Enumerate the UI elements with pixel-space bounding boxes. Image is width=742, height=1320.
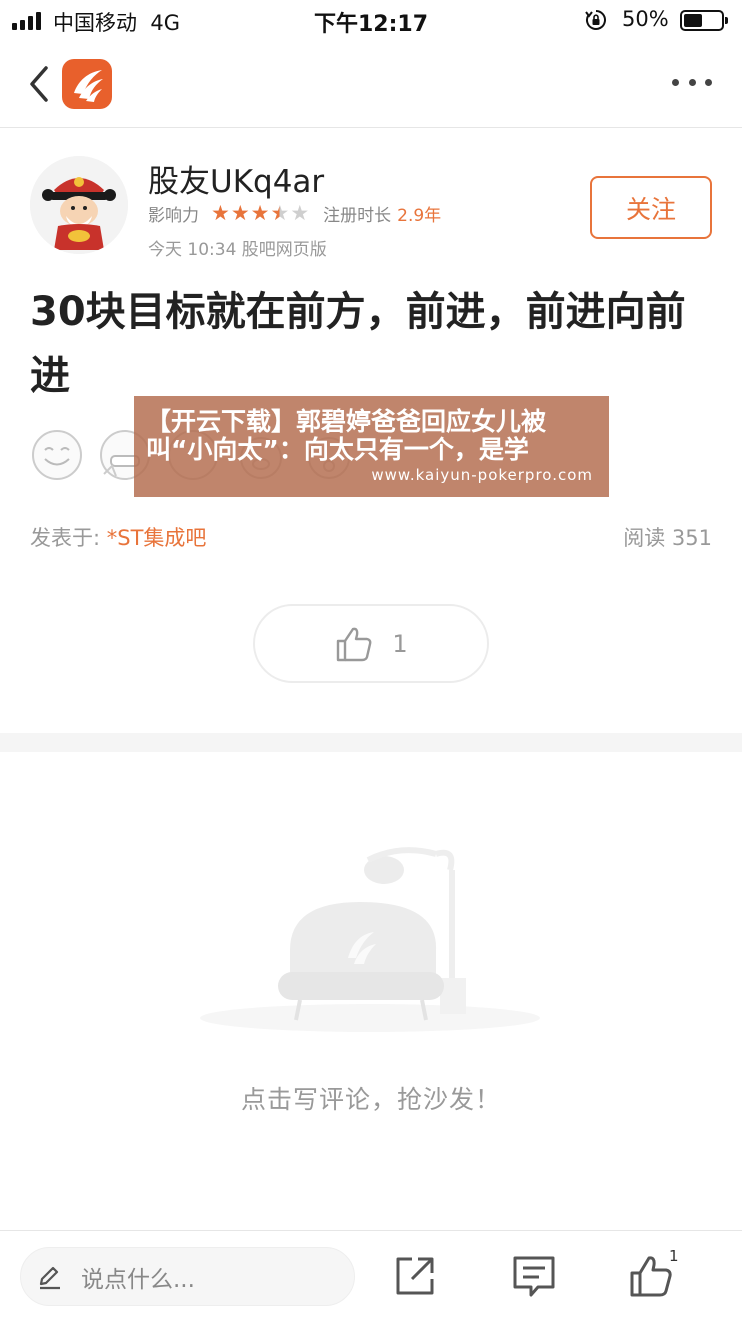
post-meta: 今天 10:34 股吧网页版 xyxy=(148,240,327,260)
influence-rating: ★ ★ ★ ★ ★ xyxy=(211,200,310,225)
empty-comments-text[interactable]: 点击写评论，抢沙发！ xyxy=(0,1080,742,1116)
rating-star-icon: ★ xyxy=(211,200,230,225)
rotation-lock-icon xyxy=(585,10,606,30)
empty-comments-illustration xyxy=(200,847,540,1032)
post-title: 30块目标就在前方，前进，前进向前进 xyxy=(30,289,686,399)
more-dots-icon[interactable] xyxy=(672,76,712,88)
section-divider xyxy=(0,733,742,752)
comment-icon[interactable] xyxy=(511,1253,557,1299)
bottom-action-bar: 说点什么... 1 xyxy=(0,1230,742,1320)
read-count: 阅读 351 xyxy=(623,526,712,550)
guba-logo-icon[interactable] xyxy=(62,59,112,109)
rating-star-icon: ★ xyxy=(230,200,250,225)
back-chevron-icon[interactable] xyxy=(24,62,54,106)
like-button[interactable]: 1 xyxy=(253,604,489,683)
avatar[interactable] xyxy=(30,156,128,254)
author-name[interactable]: 股友UKq4ar xyxy=(148,156,324,201)
thumb-up-icon xyxy=(337,627,372,661)
watermark-headline: 【开云下载】郭碧婷爸爸回应女儿被叫“小向太”：向太只有一个，是学 xyxy=(146,407,547,464)
rating-star-icon: ★ xyxy=(250,200,270,225)
watermark-banner: 【开云下载】郭碧婷爸爸回应女儿被叫“小向太”：向太只有一个，是学 www.kai… xyxy=(134,396,609,497)
battery-percent: 50% xyxy=(622,7,669,31)
influence-row: 影响力 ★ ★ ★ ★ ★ 注册时长 2.9年 xyxy=(148,200,442,226)
posted-in: 发表于: *ST集成吧 xyxy=(30,522,206,552)
registration-value: 2.9年 xyxy=(397,205,442,226)
rating-star-icon: ★ xyxy=(270,200,290,225)
status-bar: 中国移动 4G 下午12:17 50% xyxy=(0,0,742,42)
pencil-icon xyxy=(39,1266,60,1289)
battery-icon xyxy=(680,10,728,31)
bar-link[interactable]: *ST集成吧 xyxy=(107,526,207,550)
smile-emoji-icon xyxy=(32,430,82,480)
registration-label: 注册时长 xyxy=(323,205,392,226)
influence-label: 影响力 xyxy=(148,205,199,226)
follow-button[interactable]: 关注 xyxy=(590,176,712,239)
like-count: 1 xyxy=(392,629,408,658)
comment-placeholder: 说点什么... xyxy=(81,1266,195,1293)
share-icon[interactable] xyxy=(392,1253,438,1299)
rating-star-icon: ★ xyxy=(290,200,310,225)
watermark-url: www.kaiyun-pokerpro.com xyxy=(371,466,593,484)
nav-bar xyxy=(0,42,742,128)
posted-in-label: 发表于: xyxy=(30,526,107,550)
thumb-up-icon[interactable] xyxy=(628,1253,674,1299)
bottom-like-count: 1 xyxy=(669,1247,679,1265)
comment-input[interactable]: 说点什么... xyxy=(20,1247,355,1306)
